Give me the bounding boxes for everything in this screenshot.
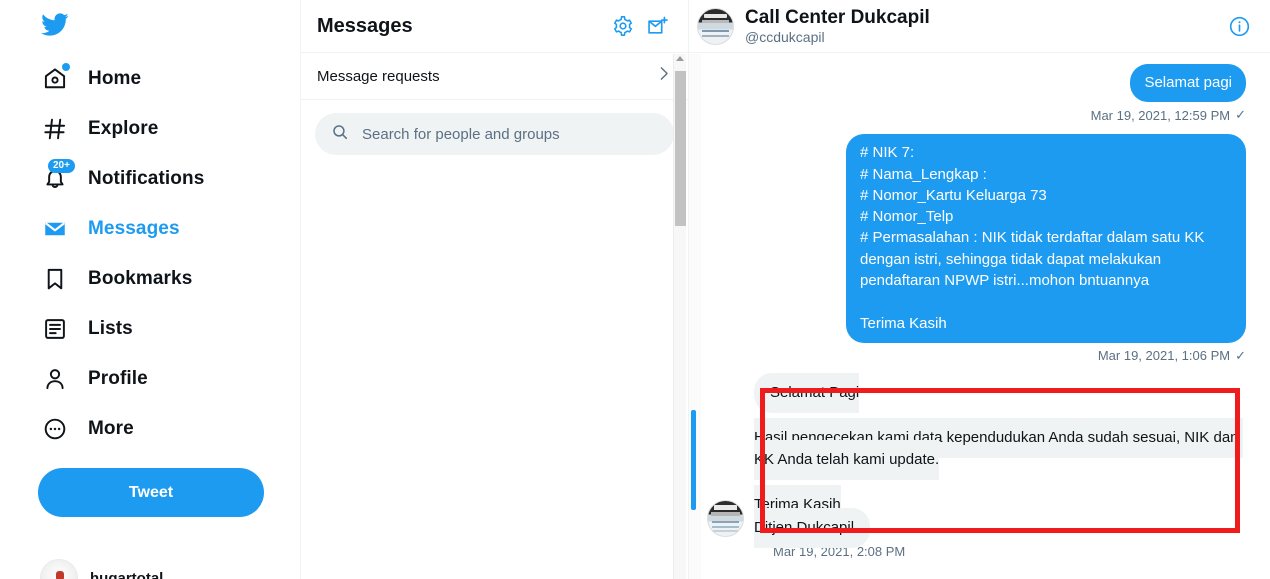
twitter-bird-icon <box>40 10 69 44</box>
message-row-incoming: Selamat Pagi Hasil pengecekan kami data … <box>707 372 1246 548</box>
new-message-icon[interactable] <box>640 9 674 43</box>
person-icon <box>40 364 70 394</box>
scrollbar-thumb[interactable] <box>675 71 686 226</box>
conversation-identity: Call Center Dukcapil @ccdukcapil <box>745 7 1211 46</box>
sidebar-item-profile[interactable]: Profile <box>28 354 300 404</box>
left-sidebar: Home Explore 20+ Notifications Messages … <box>0 0 300 579</box>
sidebar-item-label: Lists <box>88 318 133 339</box>
conversation-handle: @ccdukcapil <box>745 28 825 45</box>
message-meta: Mar 19, 2021, 12:59 PM ✓ <box>707 107 1246 123</box>
sidebar-item-notifications[interactable]: 20+ Notifications <box>28 154 300 204</box>
sidebar-item-more[interactable]: More <box>28 404 300 454</box>
sidebar-item-messages[interactable]: Messages <box>28 204 300 254</box>
envelope-icon <box>40 214 70 244</box>
bell-icon: 20+ <box>40 159 75 194</box>
account-name: hugartotal <box>90 569 164 579</box>
notifications-badge: 20+ <box>48 159 75 173</box>
search-area: Search for people and groups <box>301 100 688 155</box>
account-switcher[interactable]: hugartotal <box>40 559 163 579</box>
conversation-scrollbar[interactable] <box>689 54 701 579</box>
info-icon[interactable] <box>1222 9 1256 43</box>
message-bubble[interactable]: Selamat pagi <box>1130 64 1246 103</box>
sidebar-item-bookmarks[interactable]: Bookmarks <box>28 254 300 304</box>
message-timestamp: Mar 19, 2021, 12:59 PM <box>1090 107 1231 123</box>
messages-list-panel: Messages Message requests Search for peo… <box>300 0 689 579</box>
avatar <box>40 559 78 579</box>
chevron-right-icon <box>655 65 672 87</box>
sidebar-item-label: Home <box>88 68 142 89</box>
bookmark-icon <box>40 264 70 294</box>
conversation-panel: Call Center Dukcapil @ccdukcapil Selamat… <box>689 0 1270 579</box>
twitter-logo-link[interactable] <box>28 0 300 54</box>
gear-icon[interactable] <box>606 9 640 43</box>
message-status-check-icon: ✓ <box>1235 347 1246 363</box>
sidebar-item-label: Bookmarks <box>88 268 193 289</box>
sidebar-item-label: Profile <box>88 368 148 389</box>
scroll-up-arrow-icon[interactable] <box>676 56 684 61</box>
home-unread-dot <box>62 63 70 71</box>
more-circle-icon <box>40 414 70 444</box>
message-bubble[interactable]: # NIK 7: # Nama_Lengkap : # Nomor_Kartu … <box>846 134 1246 343</box>
sidebar-item-label: Notifications <box>88 168 205 189</box>
sidebar-item-explore[interactable]: Explore <box>28 104 300 154</box>
conversation-display-name: Call Center Dukcapil <box>745 6 930 28</box>
sidebar-item-label: Explore <box>88 118 159 139</box>
message-meta: Mar 19, 2021, 1:06 PM ✓ <box>707 348 1246 364</box>
avatar[interactable] <box>697 7 734 45</box>
highlighted-message-wrapper: Selamat Pagi Hasil pengecekan kami data … <box>754 372 1246 548</box>
message-bubble[interactable]: Selamat Pagi Hasil pengecekan kami data … <box>754 372 1243 548</box>
scrollbar-thumb[interactable] <box>691 410 696 510</box>
message-row-outgoing: Selamat pagi <box>707 64 1246 103</box>
avatar[interactable] <box>707 500 744 538</box>
messages-panel-scrollbar[interactable] <box>673 54 686 579</box>
sidebar-item-lists[interactable]: Lists <box>28 304 300 354</box>
message-requests-label: Message requests <box>317 67 440 85</box>
tweet-button[interactable]: Tweet <box>38 468 264 517</box>
sidebar-item-home[interactable]: Home <box>28 54 300 104</box>
page-title: Messages <box>317 14 413 37</box>
message-thread: Selamat pagi Mar 19, 2021, 12:59 PM ✓ # … <box>689 53 1270 579</box>
message-requests-row[interactable]: Message requests <box>301 53 688 100</box>
sidebar-item-label: More <box>88 418 134 439</box>
message-status-check-icon: ✓ <box>1235 107 1246 123</box>
hashtag-icon <box>40 114 70 144</box>
message-row-outgoing: # NIK 7: # Nama_Lengkap : # Nomor_Kartu … <box>707 134 1246 343</box>
conversation-header[interactable]: Call Center Dukcapil @ccdukcapil <box>689 0 1270 53</box>
search-icon <box>331 123 349 146</box>
sidebar-item-label: Messages <box>88 218 180 239</box>
list-icon <box>40 314 70 344</box>
search-placeholder: Search for people and groups <box>362 125 560 143</box>
message-timestamp: Mar 19, 2021, 1:06 PM <box>1097 348 1231 364</box>
messages-panel-header: Messages <box>301 0 688 53</box>
home-icon <box>40 63 70 94</box>
search-input[interactable]: Search for people and groups <box>315 113 674 155</box>
twitter-messages-app: Home Explore 20+ Notifications Messages … <box>0 0 1270 579</box>
